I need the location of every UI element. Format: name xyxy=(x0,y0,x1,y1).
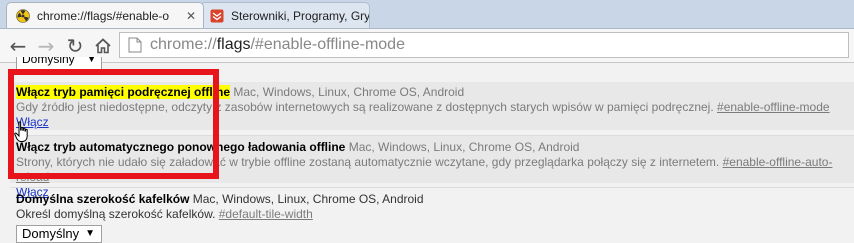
hand-cursor-icon xyxy=(14,121,30,148)
experiment-default-tile-width: Domyślna szerokość kafelków Mac, Windows… xyxy=(10,187,854,243)
shield-icon xyxy=(209,8,225,24)
radiation-icon xyxy=(15,8,31,24)
experiment-platforms: Mac, Windows, Linux, Chrome OS, Android xyxy=(192,192,424,206)
experiment-hash-link[interactable]: #default-tile-width xyxy=(219,207,313,221)
experiment-hash-link[interactable]: #enable-offline-mode xyxy=(717,100,830,114)
experiment-name: Domyślna szerokość kafelków xyxy=(16,192,190,206)
tab-sterowniki[interactable]: Sterowniki, Programy, Gry xyxy=(200,2,370,28)
tab-strip: chrome://flags/#enable-o ✕ Sterowniki, P… xyxy=(0,0,854,29)
experiment-platforms: Mac, Windows, Linux, Chrome OS, Android xyxy=(348,140,580,154)
home-icon[interactable] xyxy=(91,34,115,58)
forward-arrow-icon[interactable]: → xyxy=(34,34,58,58)
dropdown-arrow-icon: ▼ xyxy=(87,57,96,64)
experiment-platforms: Mac, Windows, Linux, Chrome OS, Android xyxy=(233,85,465,99)
tab-title: Sterowniki, Programy, Gry xyxy=(231,8,369,23)
reload-icon[interactable]: ↻ xyxy=(63,34,87,58)
address-bar[interactable]: chrome://flags/#enable-offline-mode xyxy=(119,32,849,58)
back-arrow-icon[interactable]: ← xyxy=(6,34,30,58)
dropdown-arrow-icon: ▼ xyxy=(85,228,95,239)
close-tab-icon[interactable]: ✕ xyxy=(183,9,199,23)
flags-content: Domyślny ▼ Włącz tryb pamięci podręcznej… xyxy=(0,57,854,243)
tile-width-select[interactable]: Domyślny ▼ xyxy=(16,225,102,243)
highlight-annotation-box xyxy=(8,69,219,179)
toolbar: ← → ↻ chrome://flags/#enable-offline-mod… xyxy=(0,29,854,63)
tab-flags[interactable]: chrome://flags/#enable-o ✕ xyxy=(6,2,204,28)
url-text: chrome://flags/#enable-offline-mode xyxy=(150,36,405,53)
experiment-description: Określ domyślną szerokość kafelków. xyxy=(16,207,216,221)
tab-title: chrome://flags/#enable-o xyxy=(37,8,170,23)
page-icon xyxy=(128,37,142,53)
